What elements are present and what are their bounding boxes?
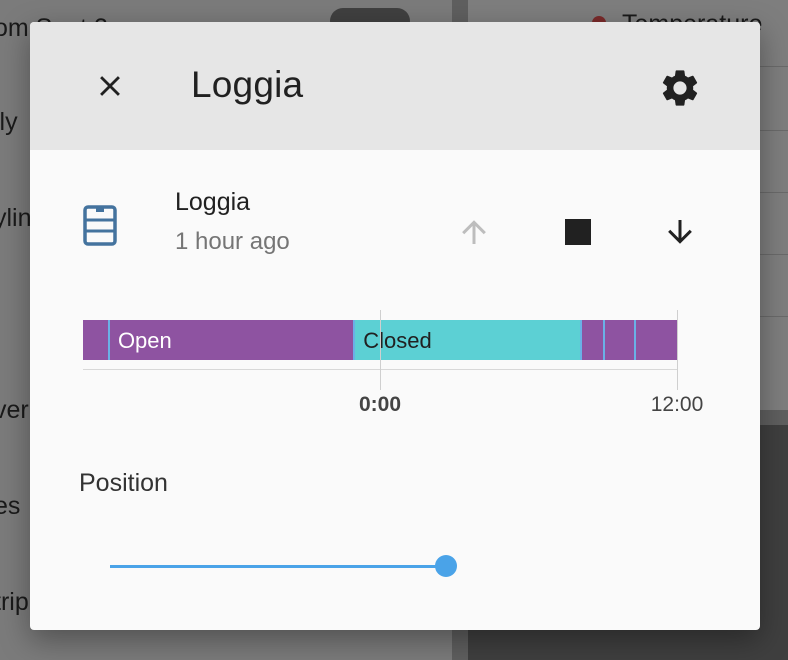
- close-button[interactable]: [82, 58, 138, 114]
- timeline-segment-open[interactable]: [633, 320, 677, 360]
- background-item: lly: [0, 108, 18, 136]
- slider-track: [110, 565, 446, 568]
- timeline-segment-open[interactable]: [83, 320, 108, 360]
- slider-knob[interactable]: [435, 555, 457, 577]
- timeline-tick-line: [677, 310, 678, 390]
- arrow-up-icon: [462, 220, 486, 244]
- background-item: ver: [0, 396, 29, 424]
- timeline-segment-label: Closed: [363, 328, 432, 353]
- settings-button[interactable]: [650, 58, 710, 118]
- arrow-down-icon: [668, 220, 692, 244]
- gear-icon: [662, 70, 698, 106]
- entity-last-changed: 1 hour ago: [175, 228, 290, 255]
- window-shutter-icon: [80, 204, 120, 251]
- close-icon: [100, 76, 120, 96]
- open-cover-button[interactable]: [450, 208, 498, 256]
- dialog-header: Loggia: [30, 22, 760, 150]
- timeline-tick-label: 0:00: [358, 393, 402, 416]
- timeline-segment-open[interactable]: [580, 320, 603, 360]
- timeline-segment-label: Open: [117, 328, 172, 353]
- stop-cover-button[interactable]: [554, 208, 602, 256]
- entity-name: Loggia: [175, 188, 251, 216]
- more-info-dialog: Loggia Loggia 1 hour ago Open Closed 0:0…: [30, 22, 760, 630]
- background-item: ylin: [0, 204, 32, 232]
- close-cover-button[interactable]: [656, 208, 704, 256]
- timeline-tick-label: 12:00: [650, 393, 704, 416]
- position-slider[interactable]: [110, 554, 457, 578]
- timeline-segment-open[interactable]: [602, 320, 634, 360]
- stop-icon: [565, 219, 591, 245]
- background-item: trip: [0, 588, 29, 616]
- background-item: es: [0, 492, 21, 520]
- position-label: Position: [79, 469, 168, 497]
- timeline-tick-line: [380, 310, 381, 390]
- dialog-title: Loggia: [191, 64, 304, 105]
